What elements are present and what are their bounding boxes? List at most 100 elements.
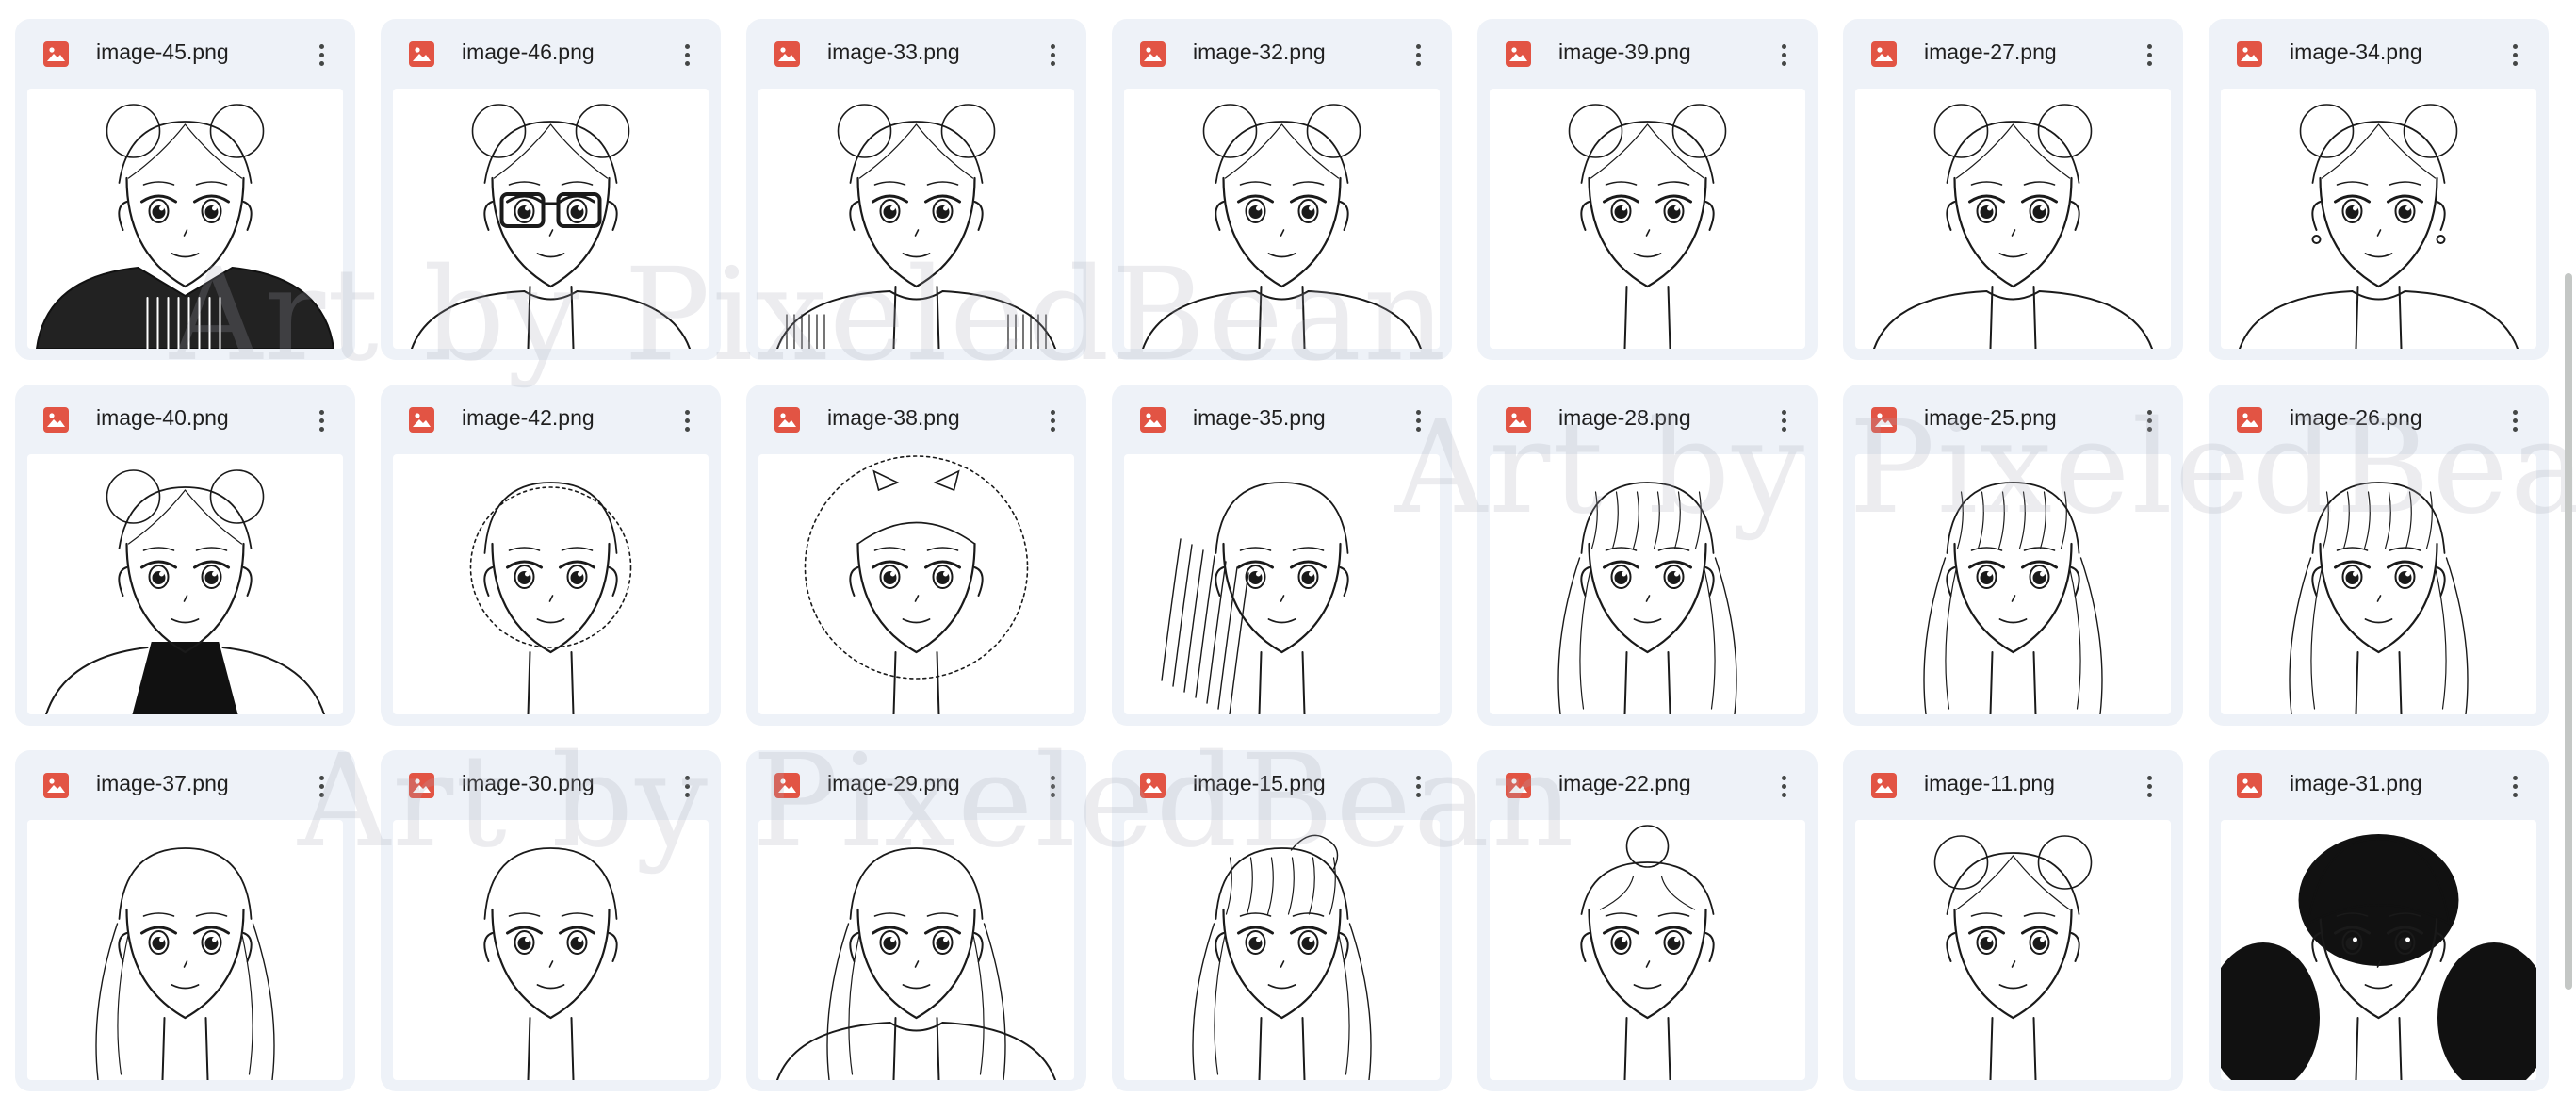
file-thumbnail[interactable] <box>758 454 1074 714</box>
more-vert-icon[interactable] <box>1401 769 1435 803</box>
portrait-sketch <box>1873 104 2153 349</box>
more-vert-icon[interactable] <box>304 769 338 803</box>
more-vert-icon[interactable] <box>2498 403 2532 437</box>
file-thumbnail[interactable] <box>758 820 1074 1080</box>
scrollbar-thumb[interactable] <box>2565 273 2572 990</box>
file-card[interactable]: image-45.png <box>15 19 355 360</box>
file-card-header[interactable]: image-39.png <box>1477 19 1818 89</box>
portrait-sketch <box>2221 834 2536 1080</box>
file-card-header[interactable]: image-45.png <box>15 19 355 89</box>
file-card[interactable]: image-32.png <box>1112 19 1452 360</box>
more-vert-icon[interactable] <box>1767 769 1801 803</box>
more-vert-icon[interactable] <box>1401 403 1435 437</box>
file-card[interactable]: image-25.png <box>1843 385 2183 726</box>
file-card[interactable]: image-15.png <box>1112 750 1452 1091</box>
file-thumbnail[interactable] <box>393 454 709 714</box>
file-grid: image-45.png image-46.png image-33.png imag… <box>15 19 2549 1091</box>
file-card-header[interactable]: image-15.png <box>1112 750 1452 820</box>
file-thumbnail[interactable] <box>1124 454 1440 714</box>
file-thumbnail[interactable] <box>27 820 343 1080</box>
file-card-header[interactable]: image-25.png <box>1843 385 2183 454</box>
file-card[interactable]: image-26.png <box>2209 385 2549 726</box>
more-vert-icon[interactable] <box>670 38 704 72</box>
file-card-header[interactable]: image-22.png <box>1477 750 1818 820</box>
file-thumbnail[interactable] <box>27 454 343 714</box>
more-vert-icon[interactable] <box>304 403 338 437</box>
more-vert-icon[interactable] <box>670 769 704 803</box>
file-thumbnail[interactable] <box>1124 820 1440 1080</box>
portrait-sketch <box>95 847 275 1080</box>
more-vert-icon[interactable] <box>2498 769 2532 803</box>
file-thumbnail[interactable] <box>1855 454 2171 714</box>
file-card[interactable]: image-46.png <box>381 19 721 360</box>
portrait-sketch <box>1192 834 1372 1080</box>
file-card-header[interactable]: image-27.png <box>1843 19 2183 89</box>
file-card[interactable]: image-11.png <box>1843 750 2183 1091</box>
file-card[interactable]: image-34.png <box>2209 19 2549 360</box>
file-card-header[interactable]: image-46.png <box>381 19 721 89</box>
vertical-scrollbar[interactable] <box>2563 0 2576 1114</box>
file-card[interactable]: image-27.png <box>1843 19 2183 360</box>
file-card-header[interactable]: image-38.png <box>746 385 1086 454</box>
file-name: image-37.png <box>96 771 229 795</box>
more-vert-icon[interactable] <box>1767 38 1801 72</box>
file-card[interactable]: image-30.png <box>381 750 721 1091</box>
file-card[interactable]: image-37.png <box>15 750 355 1091</box>
portrait-sketch <box>469 482 632 714</box>
file-name: image-31.png <box>2290 771 2422 795</box>
file-card-header[interactable]: image-33.png <box>746 19 1086 89</box>
more-vert-icon[interactable] <box>2132 769 2166 803</box>
file-thumbnail[interactable] <box>758 89 1074 349</box>
file-card[interactable]: image-22.png <box>1477 750 1818 1091</box>
image-file-icon <box>43 407 69 433</box>
file-card[interactable]: image-42.png <box>381 385 721 726</box>
file-card[interactable]: image-35.png <box>1112 385 1452 726</box>
more-vert-icon[interactable] <box>2498 38 2532 72</box>
more-vert-icon[interactable] <box>1035 403 1069 437</box>
file-card[interactable]: image-38.png <box>746 385 1086 726</box>
file-card[interactable]: image-39.png <box>1477 19 1818 360</box>
more-vert-icon[interactable] <box>1035 769 1069 803</box>
file-card[interactable]: image-40.png <box>15 385 355 726</box>
portrait-sketch <box>1923 482 2103 714</box>
file-card-header[interactable]: image-34.png <box>2209 19 2549 89</box>
portrait-sketch <box>1557 482 1737 714</box>
file-name: image-25.png <box>1924 405 2057 430</box>
file-thumbnail[interactable] <box>1855 820 2171 1080</box>
file-card-header[interactable]: image-11.png <box>1843 750 2183 820</box>
file-card-header[interactable]: image-32.png <box>1112 19 1452 89</box>
file-thumbnail[interactable] <box>2221 454 2536 714</box>
more-vert-icon[interactable] <box>2132 38 2166 72</box>
file-card-header[interactable]: image-35.png <box>1112 385 1452 454</box>
more-vert-icon[interactable] <box>1767 403 1801 437</box>
file-card-header[interactable]: image-30.png <box>381 750 721 820</box>
file-card-header[interactable]: image-40.png <box>15 385 355 454</box>
file-card[interactable]: image-31.png <box>2209 750 2549 1091</box>
file-thumbnail[interactable] <box>1855 89 2171 349</box>
more-vert-icon[interactable] <box>2132 403 2166 437</box>
more-vert-icon[interactable] <box>1035 38 1069 72</box>
file-card-header[interactable]: image-31.png <box>2209 750 2549 820</box>
file-thumbnail[interactable] <box>1490 454 1805 714</box>
file-card-header[interactable]: image-29.png <box>746 750 1086 820</box>
file-thumbnail[interactable] <box>393 89 709 349</box>
file-card-header[interactable]: image-26.png <box>2209 385 2549 454</box>
more-vert-icon[interactable] <box>304 38 338 72</box>
more-vert-icon[interactable] <box>1401 38 1435 72</box>
file-card[interactable]: image-33.png <box>746 19 1086 360</box>
file-thumbnail[interactable] <box>393 820 709 1080</box>
file-thumbnail[interactable] <box>2221 89 2536 349</box>
file-card-header[interactable]: image-37.png <box>15 750 355 820</box>
file-card[interactable]: image-28.png <box>1477 385 1818 726</box>
file-thumbnail[interactable] <box>2221 820 2536 1080</box>
file-card-header[interactable]: image-42.png <box>381 385 721 454</box>
file-thumbnail[interactable] <box>1490 820 1805 1080</box>
file-thumbnail[interactable] <box>1124 89 1440 349</box>
file-thumbnail[interactable] <box>27 89 343 349</box>
file-thumbnail[interactable] <box>1490 89 1805 349</box>
file-card[interactable]: image-29.png <box>746 750 1086 1091</box>
file-name: image-35.png <box>1193 405 1326 430</box>
image-file-icon <box>1140 407 1166 433</box>
more-vert-icon[interactable] <box>670 403 704 437</box>
file-card-header[interactable]: image-28.png <box>1477 385 1818 454</box>
